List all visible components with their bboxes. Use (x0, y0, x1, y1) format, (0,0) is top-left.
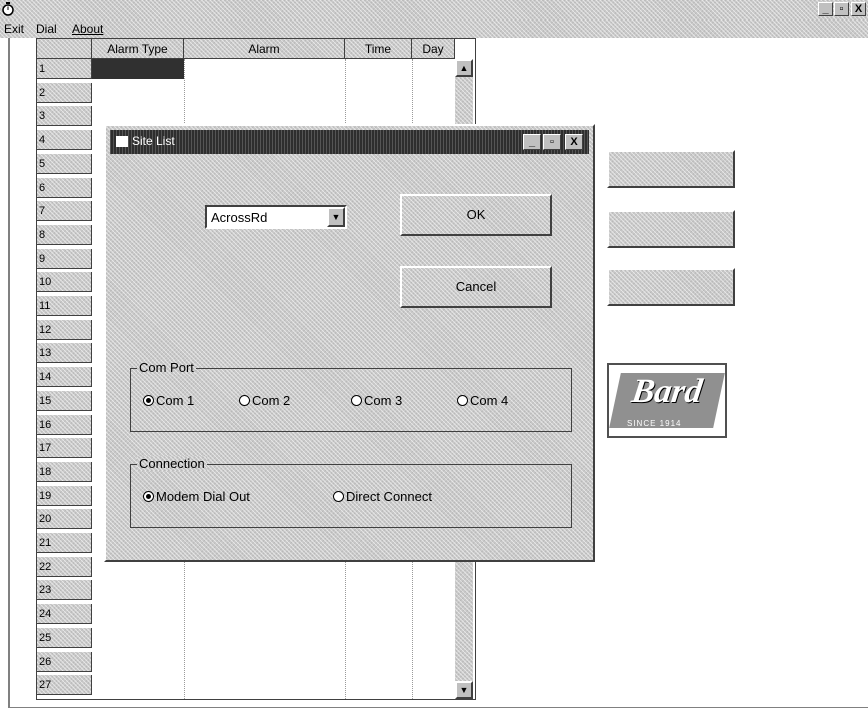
row-number[interactable]: 3 (37, 106, 92, 127)
radio-empty-icon (351, 395, 362, 406)
row-number[interactable]: 20 (37, 509, 92, 530)
cancel-button[interactable]: Cancel (400, 266, 552, 308)
row-number[interactable]: 1 (37, 59, 92, 79)
row-number[interactable]: 26 (37, 651, 92, 672)
row-number[interactable]: 18 (37, 461, 92, 482)
row-number[interactable]: 9 (37, 248, 92, 269)
row-number[interactable]: 16 (37, 414, 92, 435)
row-number[interactable]: 19 (37, 485, 92, 506)
com-port-group: Com Port Com 1 Com 2 Com 3 Com 4 (130, 360, 572, 432)
scroll-down-button[interactable]: ▼ (455, 681, 473, 699)
window-left-edge (8, 38, 10, 708)
row-number[interactable]: 23 (37, 580, 92, 601)
row-number[interactable]: 13 (37, 343, 92, 364)
row-number[interactable]: 17 (37, 438, 92, 459)
row-number[interactable]: 25 (37, 627, 92, 648)
row-number[interactable]: 14 (37, 367, 92, 388)
row-number[interactable]: 27 (37, 675, 92, 696)
selected-cell[interactable] (92, 59, 184, 79)
stopwatch-icon (2, 2, 14, 16)
dialog-close-button[interactable]: X (565, 134, 583, 150)
right-action-button-3[interactable] (607, 268, 735, 306)
window-bottom-edge (8, 707, 868, 708)
radio-com-1[interactable]: Com 1 (143, 393, 194, 408)
row-number[interactable]: 4 (37, 130, 92, 151)
radio-empty-icon (457, 395, 468, 406)
radio-empty-icon (239, 395, 250, 406)
radio-empty-icon (333, 491, 344, 502)
radio-modem-dial-out[interactable]: Modem Dial Out (143, 489, 250, 504)
radio-com-2[interactable]: Com 2 (239, 393, 290, 408)
minimize-button[interactable]: _ (818, 2, 833, 16)
radio-selected-icon (143, 491, 154, 502)
radio-com-4[interactable]: Com 4 (457, 393, 508, 408)
row-number[interactable]: 15 (37, 390, 92, 411)
dialog-minimize-button[interactable]: _ (523, 134, 541, 150)
radio-selected-icon (143, 395, 154, 406)
radio-com-3[interactable]: Com 3 (351, 393, 402, 408)
maximize-button[interactable]: ▫ (834, 2, 849, 16)
radio-direct-connect[interactable]: Direct Connect (333, 489, 432, 504)
site-list-dialog: Site List _ ▫ X AcrossRd ▼ OK Cancel Com… (104, 124, 595, 562)
menu-bar: Exit Dial About (0, 20, 868, 38)
menu-dial[interactable]: Dial (36, 22, 57, 36)
site-select[interactable]: AcrossRd ▼ (205, 205, 347, 229)
row-number[interactable]: 12 (37, 319, 92, 340)
menu-about[interactable]: About (72, 22, 103, 36)
bard-logo: Bard SINCE 1914 (607, 363, 727, 438)
site-select-value: AcrossRd (211, 210, 268, 225)
dialog-title: Site List (132, 134, 175, 148)
row-number[interactable]: 21 (37, 533, 92, 553)
dialog-maximize-button[interactable]: ▫ (543, 134, 561, 150)
app-title-bar: _ ▫ X (0, 0, 868, 20)
ok-button[interactable]: OK (400, 194, 552, 236)
column-header-time[interactable]: Time (345, 39, 412, 59)
connection-group: Connection Modem Dial Out Direct Connect (130, 456, 572, 528)
dialog-title-bar: Site List _ ▫ X (110, 130, 589, 154)
right-action-button-2[interactable] (607, 210, 735, 248)
logo-wordmark: Bard (629, 373, 705, 410)
row-number[interactable]: 5 (37, 153, 92, 174)
close-button[interactable]: X (851, 2, 866, 16)
row-number[interactable]: 11 (37, 296, 92, 316)
column-header-alarm[interactable]: Alarm (184, 39, 345, 59)
row-number[interactable]: 7 (37, 201, 92, 222)
column-header-alarm-type[interactable]: Alarm Type (92, 39, 184, 59)
connection-label: Connection (138, 456, 205, 471)
chevron-down-icon[interactable]: ▼ (327, 207, 345, 227)
com-port-label: Com Port (138, 360, 194, 375)
scroll-up-button[interactable]: ▲ (455, 59, 473, 77)
window-icon (116, 136, 128, 147)
logo-tagline: SINCE 1914 (627, 419, 682, 428)
row-number[interactable]: 2 (37, 82, 92, 103)
row-number[interactable]: 10 (37, 272, 92, 293)
row-number[interactable]: 6 (37, 177, 92, 198)
right-action-button-1[interactable] (607, 150, 735, 188)
row-number[interactable]: 22 (37, 556, 92, 577)
grid-corner-header (37, 39, 92, 59)
column-header-day[interactable]: Day (412, 39, 455, 59)
menu-exit[interactable]: Exit (4, 22, 24, 36)
row-number[interactable]: 24 (37, 604, 92, 625)
row-number[interactable]: 8 (37, 224, 92, 245)
